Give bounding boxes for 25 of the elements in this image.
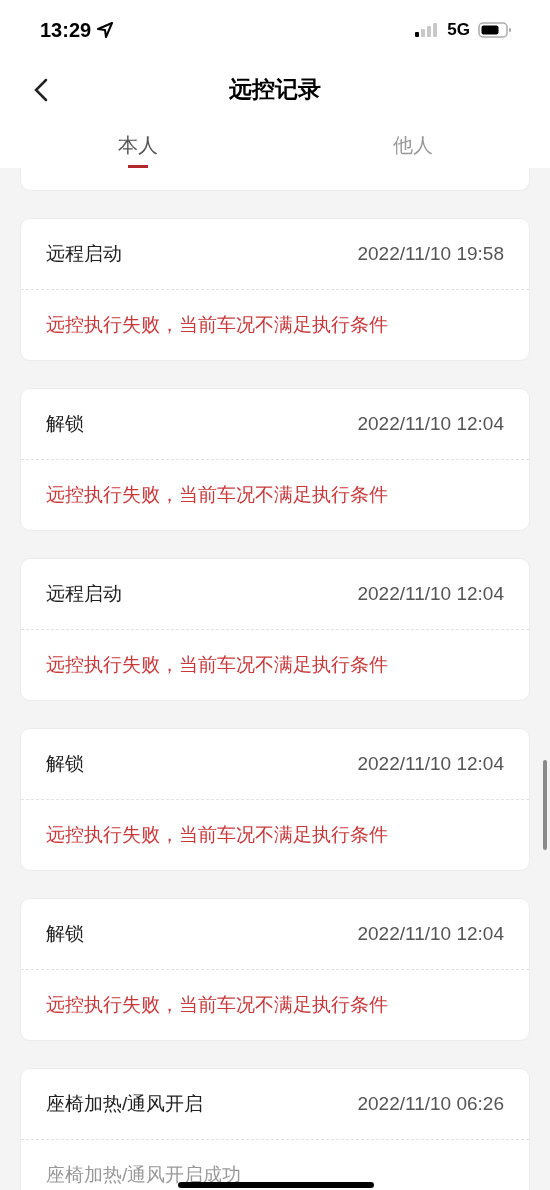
action-name: 远程启动: [46, 242, 122, 266]
record-time: 2022/11/10 12:04: [357, 923, 504, 945]
result-message: 远控执行失败，当前车况不满足执行条件: [46, 993, 388, 1017]
action-name: 座椅加热/通风开启: [46, 1092, 204, 1116]
signal-icon: [415, 23, 440, 37]
record-time: 2022/11/10 12:04: [357, 413, 504, 435]
result-message: 远控执行失败，当前车况不满足执行条件: [46, 313, 388, 337]
action-name: 解锁: [46, 922, 84, 946]
result-message: 远控执行失败，当前车况不满足执行条件: [46, 823, 388, 847]
action-name: 解锁: [46, 412, 84, 436]
record-time: 2022/11/10 19:58: [357, 243, 504, 265]
network-label: 5G: [447, 20, 470, 40]
action-name: 远程启动: [46, 582, 122, 606]
tab-underline: [127, 165, 148, 168]
tab[interactable]: 本人: [117, 132, 158, 159]
location-arrow-icon: [97, 22, 114, 38]
clock-time: 13:29: [40, 18, 92, 42]
record-time: 2022/11/10 06:26: [357, 1093, 504, 1115]
action-name: 解锁: [46, 752, 84, 776]
result-message: 远控执行失败，当前车况不满足执行条件: [46, 653, 388, 677]
result-message: 远控执行失败，当前车况不满足执行条件: [46, 483, 388, 507]
page-title: 远控记录: [229, 74, 321, 104]
battery-icon: [478, 22, 512, 38]
record-time: 2022/11/10 12:04: [357, 583, 504, 605]
record-time: 2022/11/10 12:04: [357, 753, 504, 775]
